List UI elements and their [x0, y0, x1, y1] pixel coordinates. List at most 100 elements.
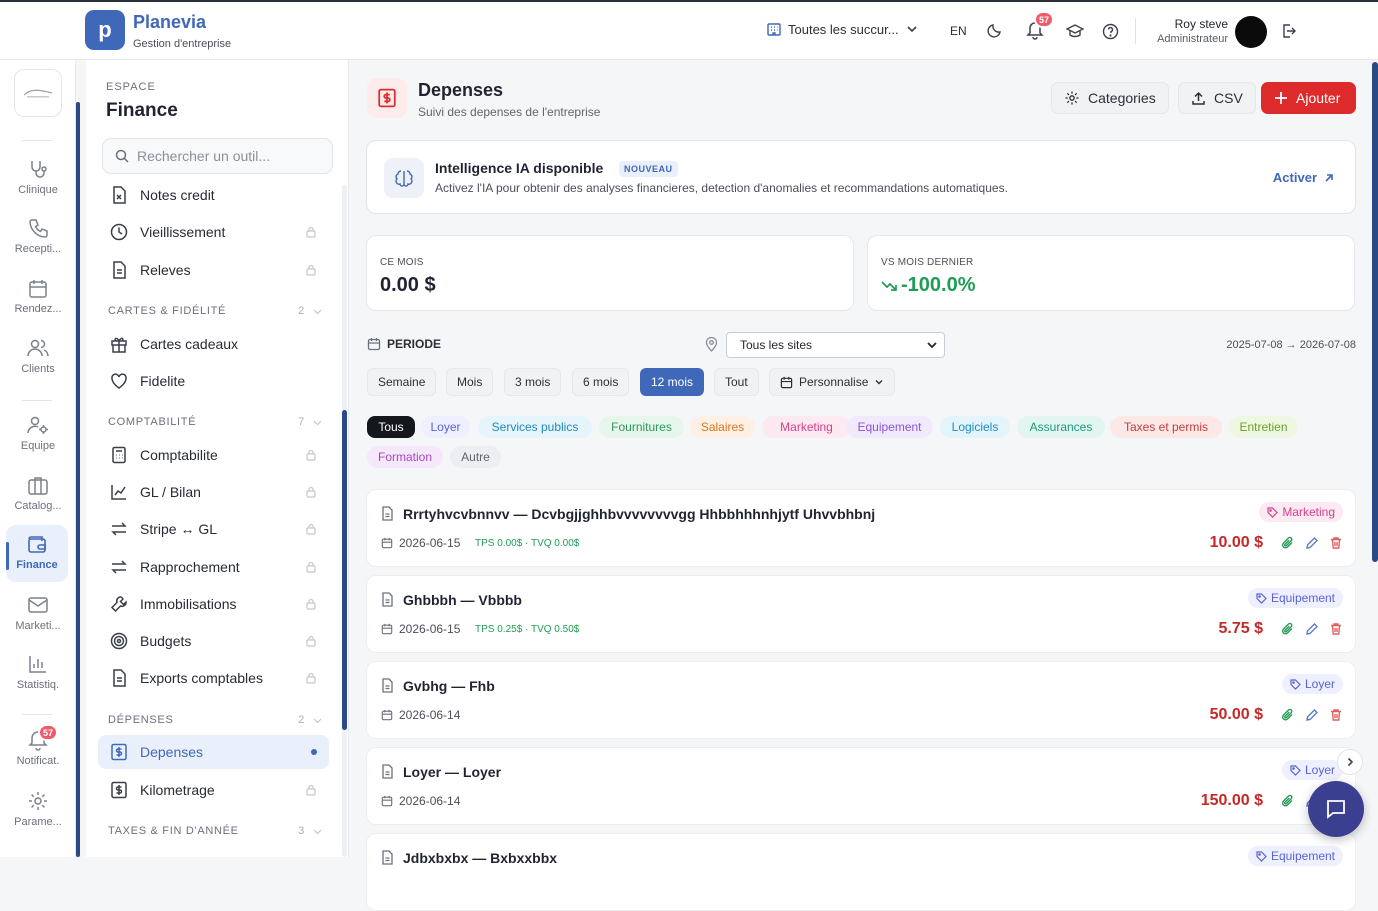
page-scrollbar[interactable] [1372, 62, 1378, 562]
csv-export-button[interactable]: CSV [1178, 82, 1256, 114]
section-label: TAXES & FIN D'ANNÉE [108, 825, 239, 837]
period-custom[interactable]: Personnalise [769, 368, 896, 396]
stat-card-this-month: CE MOIS 0.00 $ [366, 235, 854, 311]
sidebar-item-budgets[interactable]: Budgets [98, 624, 329, 658]
expense-amount: 10.00 $ [1209, 534, 1263, 551]
help-button[interactable] [1102, 23, 1119, 40]
expense-row[interactable]: Loyer — Loyer Loyer 2026-06-14 150.00 $ [366, 747, 1356, 825]
category-chip[interactable]: Marketing [762, 416, 851, 438]
period-week[interactable]: Semaine [367, 368, 437, 396]
paperclip-icon[interactable] [1281, 536, 1295, 550]
edit-icon[interactable] [1305, 536, 1319, 550]
chat-launcher-button[interactable] [1308, 781, 1364, 837]
add-expense-button[interactable]: Ajouter [1261, 82, 1356, 114]
period-3-months[interactable]: 3 mois [504, 368, 562, 396]
lock-icon [306, 264, 316, 276]
period-all[interactable]: Tout [714, 368, 759, 396]
category-chip[interactable]: Logiciels [940, 416, 1010, 438]
section-header-taxes[interactable]: TAXES & FIN D'ANNÉE 3 [108, 825, 322, 837]
category-chip[interactable]: Salaires [690, 416, 755, 438]
sidebar-item-label: Immobilisations [140, 596, 237, 612]
rail-item-finance[interactable]: Finance [6, 525, 68, 582]
category-chip[interactable]: Tous [367, 416, 415, 438]
category-chip[interactable]: Services publics [478, 416, 592, 438]
avatar[interactable] [1235, 16, 1267, 48]
graduation-cap-icon [1066, 24, 1084, 38]
section-header-cartes[interactable]: CARTES & FIDÉLITÉ 2 [108, 305, 322, 317]
top-bar: p Planevia Gestion d'entreprise Toutes l… [0, 0, 1378, 60]
upload-icon [1192, 91, 1205, 105]
sidebar-item-immobilisations[interactable]: Immobilisations [98, 587, 329, 621]
calendar-icon [29, 280, 47, 298]
app-logo[interactable]: p [85, 10, 125, 50]
rail-item-reception[interactable]: Recepti... [0, 217, 76, 255]
sidebar-item-notes-credit[interactable]: Notes credit [98, 178, 329, 212]
app-name: Planevia [133, 12, 207, 32]
academy-button[interactable] [1066, 23, 1084, 39]
sidebar-item-gl-bilan[interactable]: GL / Bilan [98, 475, 329, 509]
expense-row[interactable]: Jdbxbxbx — Bxbxxbbx Equipement [366, 833, 1356, 911]
category-chip[interactable]: Autre [450, 446, 501, 468]
category-chip[interactable]: Entretien [1229, 416, 1298, 438]
expense-row[interactable]: Ghbbbh — Vbbbb Equipement 2026-06-15 TPS 0.… [366, 575, 1356, 653]
dark-mode-toggle[interactable] [987, 22, 1003, 38]
site-select[interactable]: Tous les sites [726, 332, 945, 358]
sidebar-item-rapprochement[interactable]: Rapprochement [98, 550, 329, 584]
sidebar-item-comptabilite[interactable]: Comptabilite [98, 438, 329, 472]
rail-item-clinique[interactable]: Clinique [0, 158, 76, 196]
sidebar-item-depenses[interactable]: Depenses [98, 735, 329, 769]
logout-button[interactable] [1281, 23, 1297, 39]
sidebar-item-kilometrage[interactable]: Kilometrage [98, 773, 329, 807]
edit-icon[interactable] [1305, 708, 1319, 722]
trash-icon[interactable] [1329, 708, 1343, 722]
paperclip-icon[interactable] [1281, 622, 1295, 636]
sidebar-item-releves[interactable]: Releves [98, 253, 329, 287]
rail-item-statistiques[interactable]: Statistiq. [0, 653, 76, 691]
category-chip[interactable]: Equipement [846, 416, 933, 438]
rail-item-clients[interactable]: Clients [0, 337, 76, 375]
language-toggle[interactable]: EN [950, 24, 967, 38]
company-logo[interactable] [14, 69, 62, 117]
rail-item-rendezvous[interactable]: Rendez... [0, 277, 76, 315]
activate-ai-link[interactable]: Activer [1273, 170, 1335, 185]
category-chip[interactable]: Loyer [421, 416, 470, 438]
sidebar-item-cartes-cadeaux[interactable]: Cartes cadeaux [98, 327, 329, 361]
side-scrollbar[interactable] [342, 410, 347, 730]
period-month[interactable]: Mois [446, 368, 494, 396]
tool-search-input[interactable]: Rechercher un outil... [102, 138, 333, 174]
rail-item-catalogue[interactable]: Catalog... [0, 474, 76, 512]
document-icon [382, 850, 393, 865]
section-header-depenses[interactable]: DÉPENSES 2 [108, 714, 322, 726]
next-arrow-button[interactable] [1337, 749, 1363, 775]
rail-item-parametres[interactable]: Parame... [0, 790, 76, 828]
tag-icon [1267, 506, 1279, 518]
period-12-months[interactable]: 12 mois [640, 368, 705, 396]
category-chip[interactable]: Assurances [1017, 416, 1105, 438]
categories-button[interactable]: Categories [1051, 82, 1169, 114]
custom-period-label: Personnalise [799, 375, 869, 389]
category-chip[interactable]: Fournitures [599, 416, 684, 438]
expense-row[interactable]: Gvbhg — Fhb Loyer 2026-06-14 50.00 $ [366, 661, 1356, 739]
rail-item-equipe[interactable]: Equipe [0, 414, 76, 452]
sidebar-item-label: Cartes cadeaux [140, 336, 239, 352]
sidebar-item-stripe-gl[interactable]: Stripe ↔ GL [98, 512, 329, 546]
sidebar-item-vieillissement[interactable]: Vieillissement [98, 215, 329, 249]
sidebar-item-fidelite[interactable]: Fidelite [98, 364, 329, 398]
trash-icon[interactable] [1329, 622, 1343, 636]
period-6-months[interactable]: 6 mois [572, 368, 630, 396]
notification-badge: 57 [1034, 11, 1054, 28]
expense-row[interactable]: Rrrtyhvcvbnnvv — Dcvbgjjghhbvvvvvvvvgg H… [366, 489, 1356, 567]
rail-scrollbar[interactable] [76, 102, 80, 857]
paperclip-icon[interactable] [1281, 708, 1295, 722]
sidebar-item-label: Depenses [140, 744, 204, 760]
branch-selector[interactable]: Toutes les succur... [766, 21, 919, 37]
trash-icon[interactable] [1329, 536, 1343, 550]
edit-icon[interactable] [1305, 622, 1319, 636]
category-chip[interactable]: Formation [367, 446, 443, 468]
rail-item-marketing[interactable]: Marketi... [0, 594, 76, 632]
category-chip[interactable]: Taxes et permis [1110, 416, 1222, 438]
paperclip-icon[interactable] [1281, 794, 1295, 808]
sidebar-item-exports[interactable]: Exports comptables [98, 661, 329, 695]
rail-label: Notificat. [16, 755, 60, 767]
section-header-comptabilite[interactable]: COMPTABILITÉ 7 [108, 416, 322, 428]
